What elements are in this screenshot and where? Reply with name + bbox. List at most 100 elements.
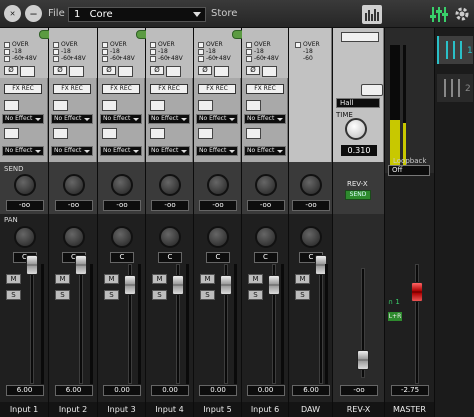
hpf-button[interactable] [69, 66, 84, 77]
effect-select-2[interactable]: No Effect [244, 146, 286, 156]
fader-handle[interactable] [268, 275, 280, 295]
phantom-label: +48V [166, 55, 183, 62]
scene-select[interactable]: 1 Core [68, 7, 206, 22]
solo-button[interactable]: S [152, 290, 167, 300]
comp-button[interactable] [198, 100, 213, 111]
phase-button[interactable]: Ø [150, 66, 164, 75]
comp-button[interactable] [246, 100, 261, 111]
fader-handle[interactable] [26, 255, 38, 275]
send-knob[interactable] [13, 174, 36, 196]
solo-button[interactable]: S [248, 290, 263, 300]
fader-handle[interactable] [220, 275, 232, 295]
effect-select-2[interactable]: No Effect [51, 146, 93, 156]
effect-select[interactable]: No Effect [51, 114, 93, 124]
mute-button[interactable]: M [200, 274, 215, 284]
solo-button[interactable]: S [6, 290, 21, 300]
effect-select-2[interactable]: No Effect [2, 146, 44, 156]
send-knob[interactable] [300, 174, 322, 196]
solo-button[interactable]: S [55, 290, 70, 300]
fader-handle[interactable] [357, 350, 369, 370]
pan-knob[interactable] [300, 226, 322, 248]
phase-button[interactable]: Ø [102, 66, 116, 75]
eq-button[interactable] [4, 128, 19, 139]
fx-rec-button[interactable]: FX REC [53, 84, 91, 94]
fx-rec-button[interactable]: FX REC [246, 84, 284, 94]
fader-handle[interactable] [411, 282, 423, 302]
fader-handle[interactable] [124, 275, 136, 295]
comp-button[interactable] [150, 100, 165, 111]
channel-name: Input 4 [146, 402, 193, 417]
effect-select[interactable]: No Effect [100, 114, 142, 124]
eq-button[interactable] [246, 128, 261, 139]
fx-rec-button[interactable]: FX REC [198, 84, 236, 94]
eq-button[interactable] [150, 128, 165, 139]
pan-knob[interactable] [207, 226, 229, 248]
hpf-button[interactable] [214, 66, 229, 77]
comp-button[interactable] [4, 100, 19, 111]
phase-button[interactable]: Ø [246, 66, 260, 75]
minimize-icon[interactable]: — [25, 5, 42, 22]
meter-view-icon[interactable] [362, 5, 382, 24]
mute-button[interactable]: M [248, 274, 263, 284]
hpf-button[interactable] [20, 66, 35, 77]
gear-icon[interactable] [454, 6, 470, 22]
mute-button[interactable]: M [152, 274, 167, 284]
hpf-button[interactable] [166, 66, 181, 77]
phase-button[interactable]: Ø [198, 66, 212, 75]
send-knob[interactable] [111, 174, 133, 196]
channel-meter [90, 264, 93, 384]
eq-button[interactable] [53, 128, 68, 139]
effect-select[interactable]: No Effect [196, 114, 238, 124]
hpf-button[interactable] [262, 66, 277, 77]
channel-meter [325, 264, 328, 384]
fx-rec-button[interactable]: FX REC [102, 84, 140, 94]
hpf-button[interactable] [118, 66, 133, 77]
comp-button[interactable] [102, 100, 117, 111]
phase-button[interactable]: Ø [53, 66, 67, 75]
pan-knob[interactable] [159, 226, 181, 248]
phase-button[interactable]: Ø [4, 66, 18, 75]
mute-button[interactable]: M [104, 274, 119, 284]
pan-knob[interactable] [62, 226, 85, 248]
effect-select[interactable]: No Effect [2, 114, 44, 124]
effect-select[interactable]: No Effect [244, 114, 286, 124]
mute-button[interactable]: M [295, 274, 310, 284]
meter-led [53, 42, 59, 48]
send-knob[interactable] [159, 174, 181, 196]
tab-mixer-2[interactable]: 2 [437, 74, 473, 102]
eq-button[interactable] [102, 128, 117, 139]
store-button[interactable]: Store [211, 8, 237, 19]
send-knob[interactable] [207, 174, 229, 196]
effect-select-2[interactable]: No Effect [196, 146, 238, 156]
pan-knob[interactable] [111, 226, 133, 248]
fader-handle[interactable] [172, 275, 184, 295]
channel-strip-8: -oo REV-X [333, 28, 385, 417]
effect-select-2[interactable]: No Effect [100, 146, 142, 156]
send-knob[interactable] [62, 174, 85, 196]
channel-name: DAW [289, 402, 332, 417]
send-value: -oo [246, 200, 285, 211]
effect-select-2[interactable]: No Effect [148, 146, 190, 156]
mute-button[interactable]: M [6, 274, 21, 284]
fader-handle[interactable] [75, 255, 87, 275]
send-value: -oo [151, 200, 189, 211]
tab-mixer-1[interactable]: 1 [437, 36, 473, 64]
solo-button[interactable]: S [295, 290, 310, 300]
send-knob[interactable] [254, 174, 277, 196]
pan-knob[interactable] [254, 226, 277, 248]
solo-button[interactable]: S [200, 290, 215, 300]
effect-select[interactable]: No Effect [148, 114, 190, 124]
fx-rec-button[interactable]: FX REC [4, 84, 42, 94]
file-menu[interactable]: File [48, 8, 65, 19]
meter-led [246, 42, 252, 48]
comp-button[interactable] [53, 100, 68, 111]
eq-button[interactable] [198, 128, 213, 139]
channel-strip-9: -2.75 MASTER [385, 28, 435, 417]
mute-button[interactable]: M [55, 274, 70, 284]
channel-name: REV-X [333, 402, 384, 417]
mixer-view-icon[interactable] [430, 6, 448, 23]
pan-knob[interactable] [13, 226, 36, 248]
close-icon[interactable]: ✕ [4, 5, 21, 22]
fx-rec-button[interactable]: FX REC [150, 84, 188, 94]
solo-button[interactable]: S [104, 290, 119, 300]
